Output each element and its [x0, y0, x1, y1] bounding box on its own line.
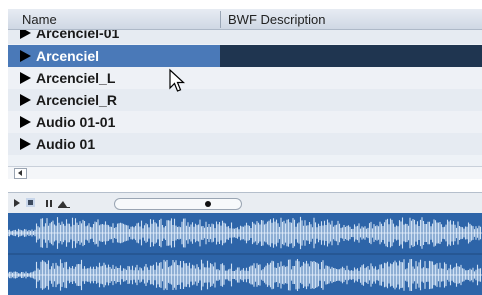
file-list: Arcenciel-01 Arcenciel Arcenciel_L Arcen… — [8, 30, 482, 166]
item-label: Audio 01 — [36, 136, 96, 152]
triangle-right-icon[interactable] — [20, 94, 31, 106]
position-slider[interactable] — [114, 198, 242, 210]
name-cell: Audio 01-01 — [8, 111, 220, 133]
pause-icon[interactable] — [46, 200, 52, 207]
loop-icon[interactable] — [58, 200, 70, 208]
pool-window: Name BWF Description Arcenciel-01 Arcenc… — [0, 0, 482, 295]
horizontal-scrollbar[interactable] — [8, 166, 482, 179]
name-cell: Arcenciel_L — [8, 67, 220, 89]
waveform-display — [8, 213, 482, 295]
triangle-right-icon[interactable] — [20, 138, 31, 150]
slider-handle[interactable] — [205, 201, 212, 207]
list-item[interactable]: Audio 01-01 — [8, 111, 482, 133]
item-label: Arcenciel-01 — [36, 30, 120, 41]
chevron-left-icon[interactable] — [14, 168, 27, 179]
triangle-right-icon[interactable] — [20, 72, 31, 84]
list-item-selected[interactable]: Arcenciel — [8, 45, 482, 67]
list-header: Name BWF Description — [8, 9, 482, 30]
list-item[interactable]: Audio 01 — [8, 133, 482, 155]
name-cell: Arcenciel_R — [8, 89, 220, 111]
item-label: Arcenciel_L — [36, 70, 116, 86]
item-label: Arcenciel_R — [36, 92, 117, 108]
name-cell: Arcenciel — [8, 45, 220, 67]
list-item[interactable]: Arcenciel-01 — [8, 30, 482, 44]
stop-icon[interactable] — [26, 198, 35, 207]
triangle-right-icon[interactable] — [20, 116, 31, 128]
list-item[interactable]: Arcenciel_L — [8, 67, 482, 89]
triangle-right-icon[interactable] — [20, 50, 31, 62]
column-header-bwf-description[interactable]: BWF Description — [228, 9, 326, 29]
item-label: Arcenciel — [36, 48, 100, 64]
list-item[interactable]: Arcenciel_R — [8, 89, 482, 111]
triangle-right-icon[interactable] — [20, 30, 31, 39]
mouse-pointer-icon — [169, 68, 186, 92]
item-label: Audio 01-01 — [36, 114, 116, 130]
column-divider[interactable] — [220, 11, 221, 28]
name-cell: Arcenciel-01 — [8, 30, 220, 44]
divider — [0, 180, 482, 192]
play-icon[interactable] — [14, 199, 20, 207]
preview-transport — [8, 192, 482, 213]
name-cell: Audio 01 — [8, 133, 220, 155]
column-header-name[interactable]: Name — [22, 9, 57, 29]
